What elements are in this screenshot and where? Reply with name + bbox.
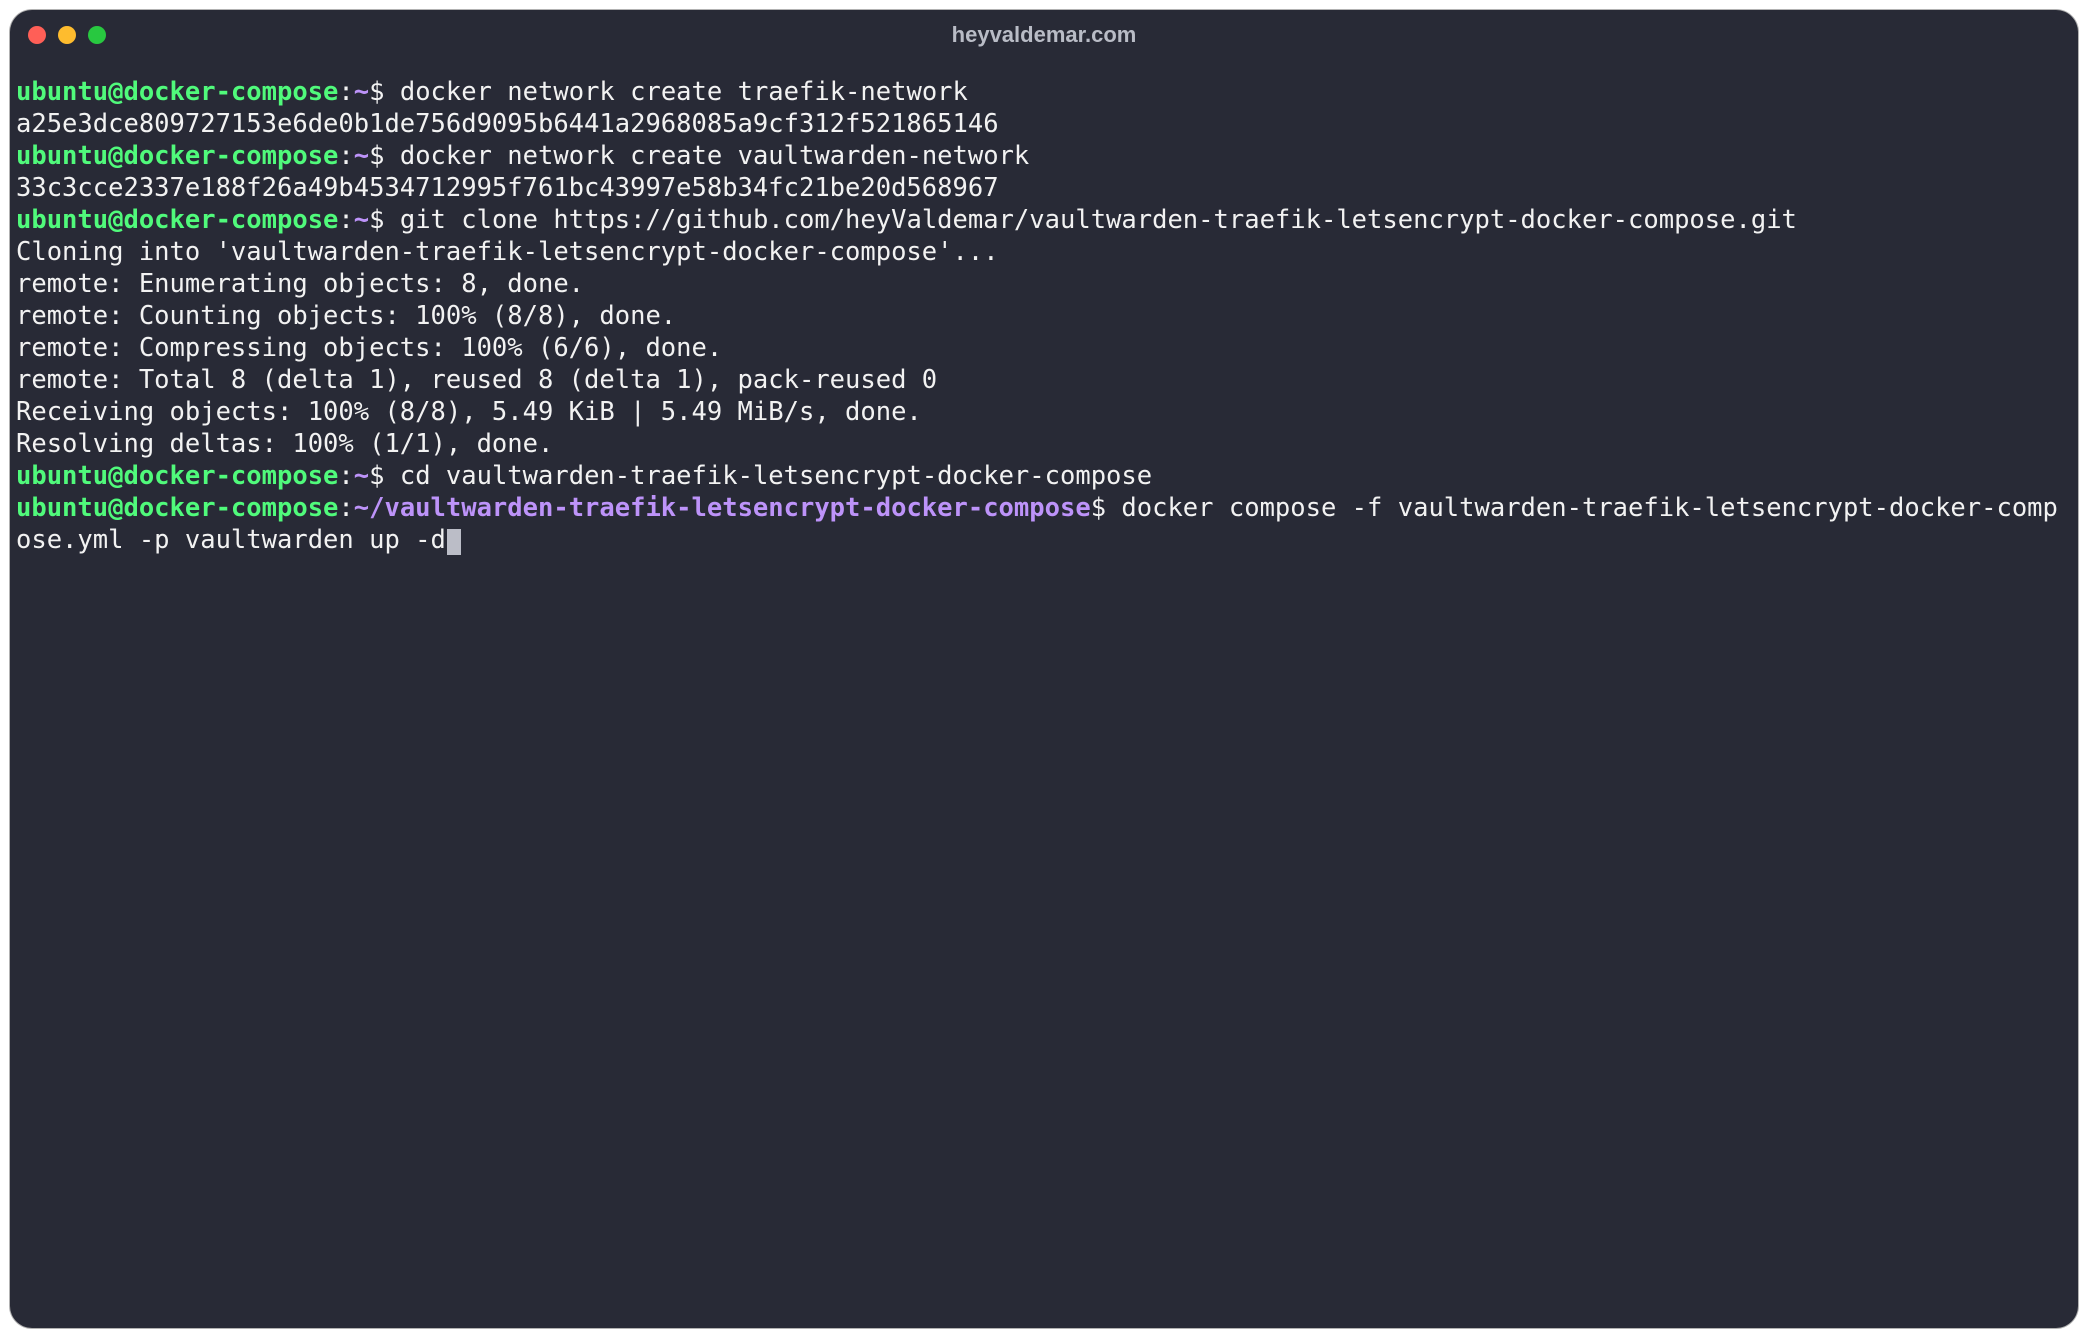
output-2: 33c3cce2337e188f26a49b4534712995f761bc43… xyxy=(16,173,999,203)
output-3e: remote: Total 8 (delta 1), reused 8 (del… xyxy=(16,365,937,395)
output-1: a25e3dce809727153e6de0b1de756d9095b6441a… xyxy=(16,109,999,139)
prompt-dollar: $ xyxy=(1091,493,1106,523)
output-3a: Cloning into 'vaultwarden-traefik-letsen… xyxy=(16,237,999,267)
close-icon[interactable] xyxy=(28,26,46,44)
prompt-dollar: $ xyxy=(369,141,384,171)
prompt-user: ubuntu@docker-compose xyxy=(16,141,338,171)
prompt-sep: : xyxy=(338,493,353,523)
output-3c: remote: Counting objects: 100% (8/8), do… xyxy=(16,301,676,331)
prompt-path: ~ xyxy=(354,205,369,235)
prompt-sep: : xyxy=(338,205,353,235)
zoom-icon[interactable] xyxy=(88,26,106,44)
prompt-path: ~ xyxy=(354,77,369,107)
window-controls xyxy=(28,26,106,44)
prompt-dollar: $ xyxy=(369,205,384,235)
prompt-user: ubuntu@docker-compose xyxy=(16,77,338,107)
prompt-dollar: $ xyxy=(369,461,384,491)
cmd-4: cd vaultwarden-traefik-letsencrypt-docke… xyxy=(384,461,1152,491)
output-3d: remote: Compressing objects: 100% (6/6),… xyxy=(16,333,722,363)
terminal-body[interactable]: ubuntu@docker-compose:~$ docker network … xyxy=(10,60,2078,562)
prompt-dollar: $ xyxy=(369,77,384,107)
prompt-user: ubuntu@docker-compose xyxy=(16,493,338,523)
prompt-user: ubuntu@docker-compose xyxy=(16,205,338,235)
prompt-path: ~ xyxy=(354,141,369,171)
titlebar: heyvaldemar.com xyxy=(10,10,2078,60)
output-3g: Resolving deltas: 100% (1/1), done. xyxy=(16,429,553,459)
prompt-path-deep: ~/vaultwarden-traefik-letsencrypt-docker… xyxy=(354,493,1091,523)
prompt-path: ~ xyxy=(354,461,369,491)
prompt-sep: : xyxy=(338,461,353,491)
terminal-window: heyvaldemar.com ubuntu@docker-compose:~$… xyxy=(10,10,2078,1328)
prompt-user: ubuntu@docker-compose xyxy=(16,461,338,491)
cmd-2: docker network create vaultwarden-networ… xyxy=(384,141,1029,171)
window-title: heyvaldemar.com xyxy=(10,22,2078,48)
cmd-1: docker network create traefik-network xyxy=(384,77,967,107)
output-3b: remote: Enumerating objects: 8, done. xyxy=(16,269,584,299)
output-3f: Receiving objects: 100% (8/8), 5.49 KiB … xyxy=(16,397,922,427)
minimize-icon[interactable] xyxy=(58,26,76,44)
prompt-sep: : xyxy=(338,77,353,107)
cmd-3: git clone https://github.com/heyValdemar… xyxy=(384,205,1796,235)
prompt-sep: : xyxy=(338,141,353,171)
cursor-icon xyxy=(447,529,461,555)
